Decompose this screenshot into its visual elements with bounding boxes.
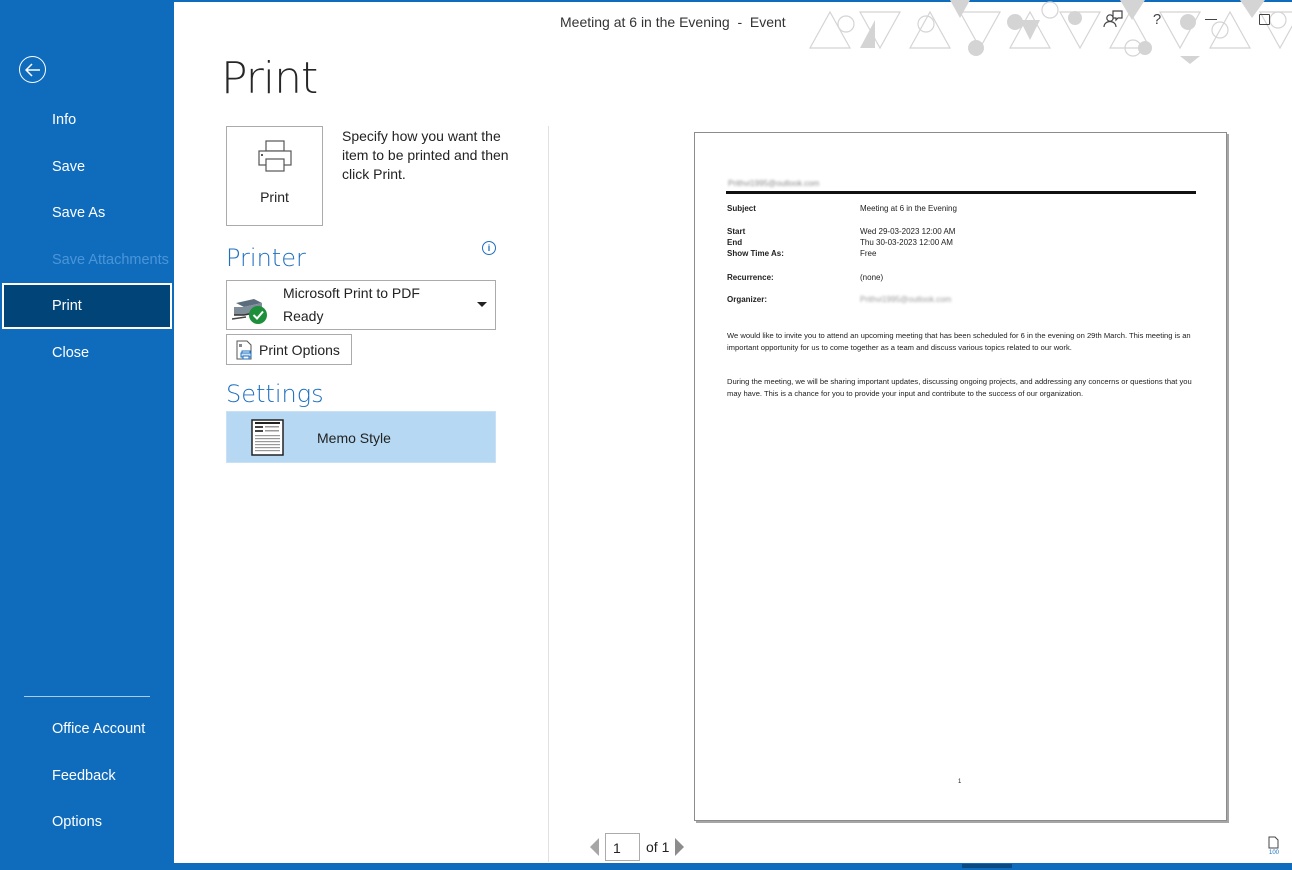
preview-field-subject: Subject Meeting at 6 in the Evening (727, 203, 957, 214)
page-number-input[interactable]: 1 (605, 833, 640, 861)
field-label: Show Time As: (727, 249, 784, 258)
print-options-icon (236, 340, 252, 359)
print-preview-page: Prithvi1995@outlook.com Subject Meeting a… (694, 132, 1227, 821)
memo-style-option[interactable]: Memo Style (226, 411, 496, 463)
memo-style-icon (251, 419, 284, 456)
status-bar (174, 863, 1292, 870)
info-icon[interactable]: i (482, 241, 496, 255)
print-options-button[interactable]: Print Options (226, 334, 352, 365)
zoom-level: 100 (1269, 850, 1280, 856)
coauthor-button[interactable] (1101, 8, 1125, 30)
printer-status: Ready (283, 308, 324, 324)
printer-name: Microsoft Print to PDF (283, 285, 420, 301)
preview-page-number: 1 (958, 779, 962, 785)
maximize-button[interactable] (1252, 8, 1276, 30)
panel-divider (548, 126, 549, 862)
field-label: Start (727, 227, 746, 236)
nav-save-as[interactable]: Save As (2, 190, 172, 236)
field-label: End (727, 238, 743, 247)
nav-close[interactable]: Close (2, 330, 172, 376)
nav-label: Office Account (52, 721, 146, 737)
nav-label: Save (52, 159, 86, 175)
nav-options[interactable]: Options (2, 799, 172, 845)
nav-label: Print (52, 298, 82, 314)
minimize-button[interactable] (1199, 8, 1223, 30)
status-bar-indicator (962, 864, 1012, 868)
outlook-print-backstage: Info Save Save As Save Attachments Print… (0, 0, 1292, 870)
zoom-to-page-button[interactable]: 100 (1268, 836, 1280, 856)
field-value: Prithvi1995@outlook.com (860, 295, 952, 304)
preview-field-show-time-as: Show Time As: Free (727, 248, 876, 259)
field-value: (none) (860, 273, 884, 282)
nav-feedback[interactable]: Feedback (2, 753, 172, 799)
memo-style-label: Memo Style (317, 430, 391, 446)
preview-field-organizer: Organizer: Prithvi1995@outlook.com (727, 294, 951, 305)
maximize-icon (1258, 13, 1270, 25)
printer-ready-icon (232, 299, 267, 324)
nav-label: Options (52, 814, 102, 830)
print-description: Specify how you want the item to be prin… (342, 128, 509, 182)
nav-print[interactable]: Print (2, 283, 172, 329)
preview-field-recurrence: Recurrence: (none) (727, 272, 883, 283)
print-button-label: Print (260, 189, 289, 205)
sidebar-divider (24, 696, 150, 697)
backstage-sidebar: Info Save Save As Save Attachments Print… (0, 0, 174, 870)
printer-heading: Printer (226, 244, 306, 272)
page-title: Print (221, 53, 318, 104)
back-arrow-icon (24, 62, 40, 77)
field-value: Meeting at 6 in the Evening (860, 204, 957, 213)
preview-body-paragraph: During the meeting, we will be sharing i… (727, 377, 1192, 398)
print-button[interactable]: Print (226, 126, 323, 226)
back-button[interactable] (19, 56, 46, 83)
preview-field-start: Start Wed 29-03-2023 12:00 AM (727, 226, 955, 237)
nav-info[interactable]: Info (2, 97, 172, 143)
preview-from: Prithvi1995@outlook.com (728, 179, 820, 188)
coauthor-icon (1103, 10, 1123, 28)
field-value: Free (860, 249, 877, 258)
chevron-down-icon (477, 302, 487, 307)
preview-body-paragraph: We would like to invite you to attend an… (727, 331, 1191, 352)
nav-label: Info (52, 112, 77, 128)
field-label: Subject (727, 204, 756, 213)
print-options-label: Print Options (259, 341, 340, 358)
window-title: Meeting at 6 in the Evening - Event (560, 14, 786, 30)
printer-dropdown[interactable]: Microsoft Print to PDF Ready (226, 280, 496, 330)
field-label: Organizer: (727, 295, 768, 304)
nav-label: Save Attachments (52, 252, 169, 268)
field-value: Thu 30-03-2023 12:00 AM (860, 238, 953, 247)
nav-save-attachments: Save Attachments (2, 237, 172, 283)
help-button[interactable]: ? (1145, 8, 1169, 30)
nav-label: Feedback (52, 768, 116, 784)
nav-save[interactable]: Save (2, 144, 172, 190)
help-icon: ? (1152, 10, 1162, 28)
previous-page-button[interactable] (590, 838, 599, 856)
page-zoom-icon (1268, 836, 1279, 849)
nav-label: Save As (52, 205, 106, 221)
preview-header-rule (726, 191, 1196, 194)
nav-label: Close (52, 345, 90, 361)
next-page-button[interactable] (675, 838, 685, 856)
preview-field-end: End Thu 30-03-2023 12:00 AM (727, 237, 953, 248)
page-navigator: 1 of 1 (590, 833, 685, 861)
page-count: of 1 (646, 839, 670, 855)
field-value: Wed 29-03-2023 12:00 AM (860, 227, 956, 236)
nav-office-account[interactable]: Office Account (2, 706, 172, 752)
printer-icon (258, 140, 292, 172)
settings-heading: Settings (226, 380, 324, 408)
field-label: Recurrence: (727, 273, 774, 282)
minimize-icon (1205, 18, 1217, 20)
